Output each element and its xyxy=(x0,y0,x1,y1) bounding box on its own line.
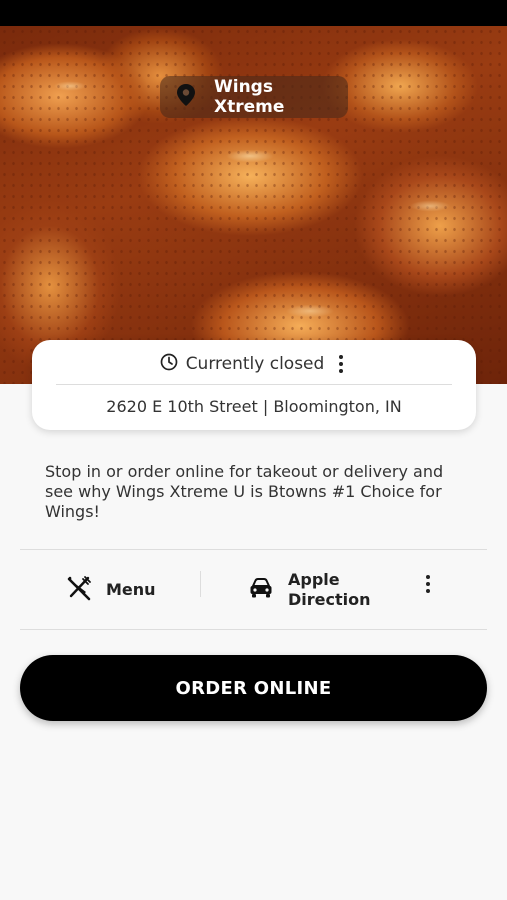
order-online-button[interactable]: ORDER ONLINE xyxy=(20,655,487,721)
restaurant-name: Wings Xtreme xyxy=(214,77,285,117)
action-separator xyxy=(200,571,201,597)
direction-label-line1: Apple xyxy=(288,570,340,589)
utensils-icon xyxy=(66,575,92,606)
hero-image: Wings Xtreme xyxy=(0,26,507,384)
menu-button[interactable]: Menu xyxy=(66,551,156,629)
info-card: Currently closed 2620 E 10th Street | Bl… xyxy=(32,340,476,430)
status-bar xyxy=(0,0,507,26)
address: 2620 E 10th Street | Bloomington, IN xyxy=(106,397,402,416)
apple-direction-button[interactable]: Apple Direction xyxy=(248,551,378,629)
car-icon xyxy=(248,576,274,605)
location-pill[interactable]: Wings Xtreme xyxy=(160,76,348,118)
menu-label: Menu xyxy=(106,580,156,599)
divider-bottom xyxy=(20,629,487,630)
direction-label-line2: Direction xyxy=(288,590,371,609)
action-bar: Menu Apple Direction xyxy=(20,551,487,629)
clock-icon xyxy=(160,353,186,376)
map-pin-icon xyxy=(176,83,196,112)
direction-label: Apple Direction xyxy=(288,570,378,610)
order-online-label: ORDER ONLINE xyxy=(175,677,332,699)
more-vertical-icon[interactable] xyxy=(334,352,348,376)
status-row: Currently closed xyxy=(32,352,476,376)
restaurant-description: Stop in or order online for takeout or d… xyxy=(45,462,444,521)
more-vertical-icon[interactable] xyxy=(418,571,438,597)
divider-top xyxy=(20,549,487,550)
open-status: Currently closed xyxy=(185,354,325,374)
card-divider xyxy=(56,384,452,385)
